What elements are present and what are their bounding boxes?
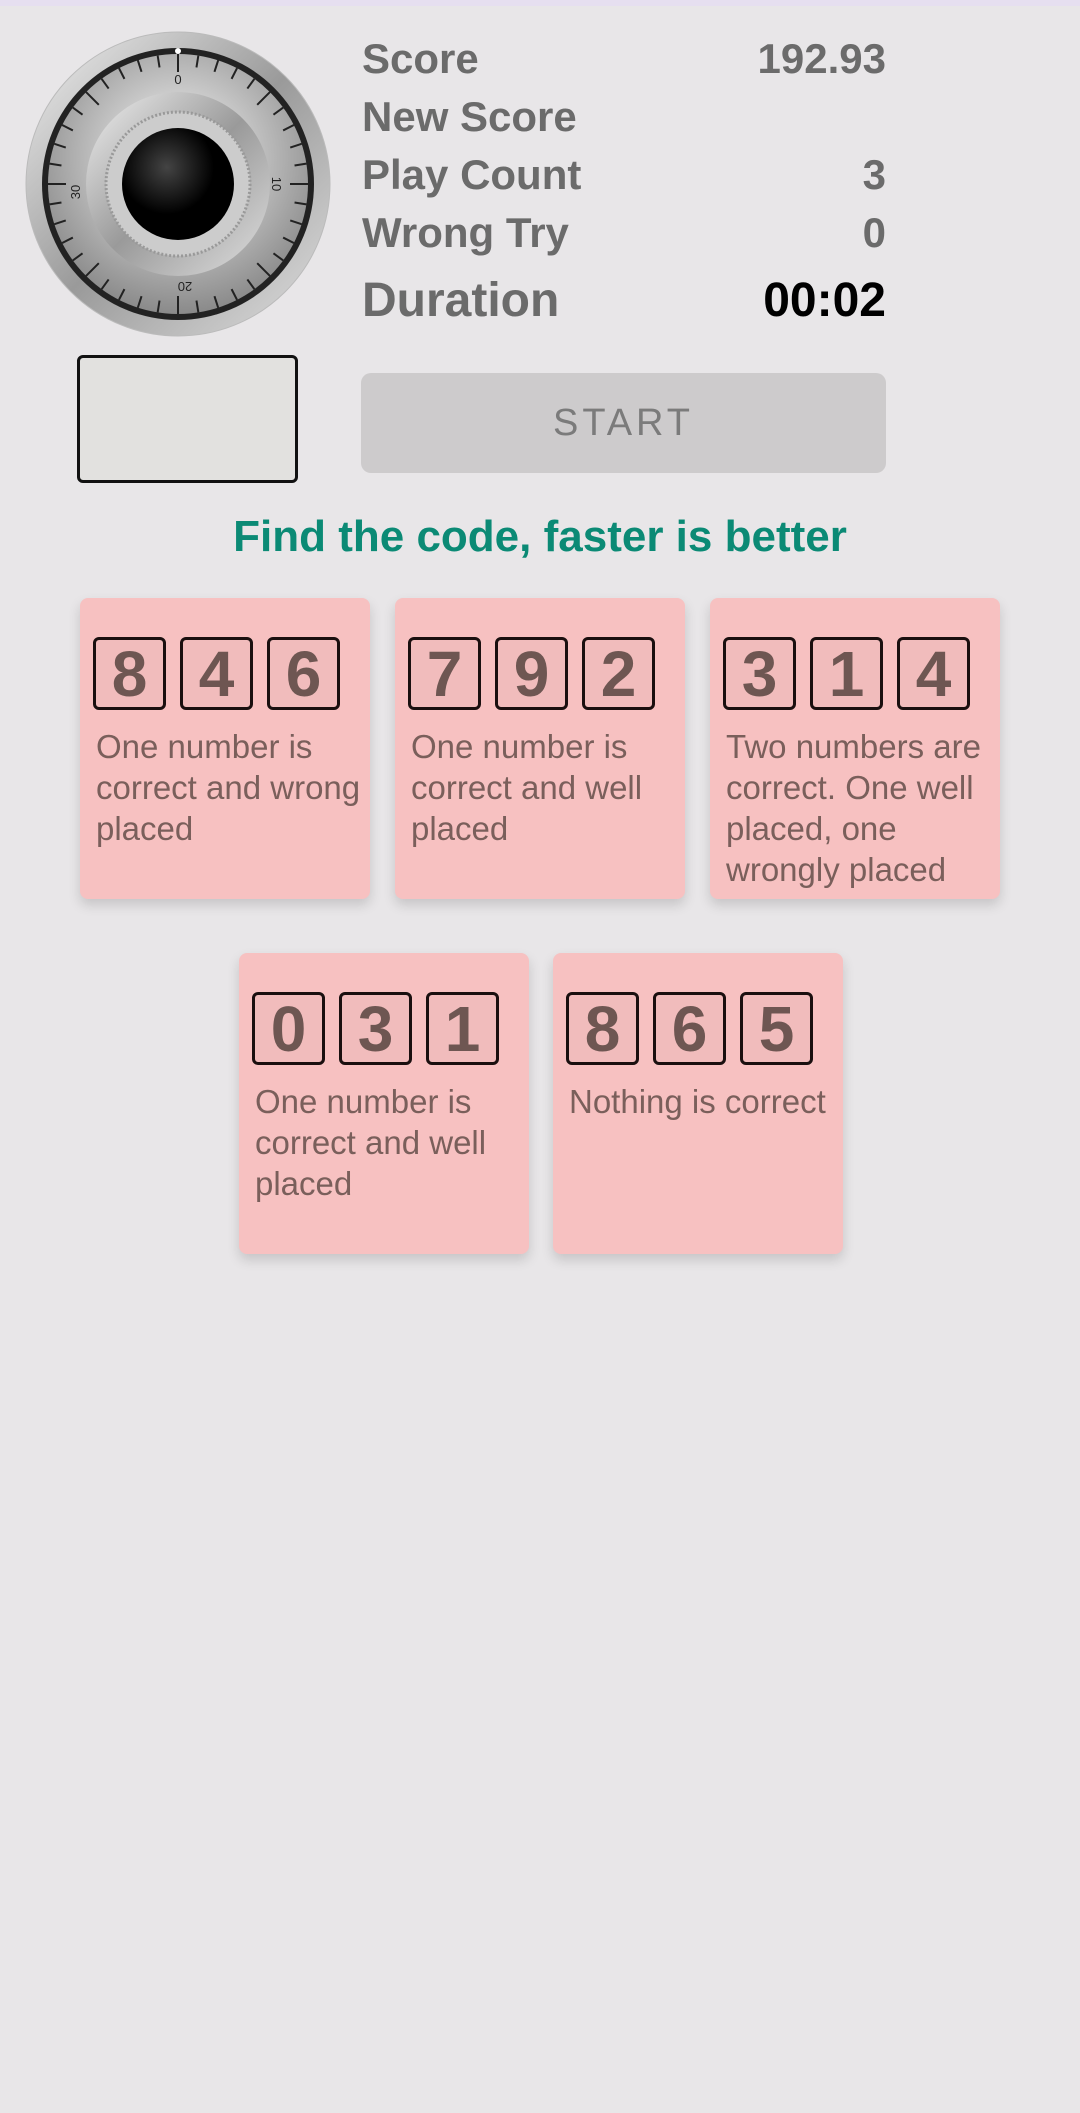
clue-card: 8 4 6 One number is correct and wrong place… [80, 598, 370, 899]
clue-card: 8 6 5 Nothing is correct [553, 953, 843, 1254]
clue-digit: 9 [495, 637, 568, 710]
new-score-label: New Score [362, 93, 577, 140]
clue-hint: One number is correct and well placed [411, 728, 643, 847]
clue-digit: 7 [408, 637, 481, 710]
clue-digit: 3 [339, 992, 412, 1065]
start-button[interactable]: START [361, 373, 886, 473]
clue-digit: 6 [653, 992, 726, 1065]
duration-label: Duration [362, 273, 560, 327]
dial-label-20: 20 [178, 279, 192, 294]
dial-label-10: 10 [269, 177, 284, 191]
clue-digits: 846 [93, 637, 340, 710]
clue-digits: 865 [566, 992, 813, 1065]
clue-digit: 4 [897, 637, 970, 710]
status-bar [0, 0, 1080, 6]
clue-digits: 031 [252, 992, 499, 1065]
wrong-try-value: 0 [862, 209, 886, 256]
clue-digit: 8 [93, 637, 166, 710]
clue-digit: 8 [566, 992, 639, 1065]
code-input-box[interactable] [77, 355, 298, 483]
safe-dial-icon: 0 10 20 30 [25, 31, 331, 337]
score-value: 192.93 [757, 35, 886, 82]
clue-card: 7 9 2 One number is correct and well placed [395, 598, 685, 899]
wrong-try-row: Wrong Try 0 [362, 205, 886, 261]
clue-card: 3 1 4 Two numbers are correct. One well pla… [710, 598, 1000, 899]
play-count-label: Play Count [362, 151, 582, 198]
clue-digits: 314 [723, 637, 970, 710]
clue-hint: Two numbers are correct. One well placed… [726, 728, 981, 888]
clue-digit: 6 [267, 637, 340, 710]
dial-label-0: 0 [174, 72, 181, 87]
clue-digit: 5 [740, 992, 813, 1065]
clue-digit: 0 [252, 992, 325, 1065]
clue-digit: 2 [582, 637, 655, 710]
clue-digit: 1 [426, 992, 499, 1065]
duration-value: 00:02 [763, 273, 886, 327]
clue-digits: 792 [408, 637, 655, 710]
clue-card: 0 3 1 One number is correct and well placed [239, 953, 529, 1254]
score-row: Score 192.93 [362, 31, 886, 87]
dial-label-30: 30 [68, 185, 83, 199]
duration-row: Duration 00:02 [362, 272, 886, 328]
clue-digit: 3 [723, 637, 796, 710]
clue-hint: One number is correct and wrong placed [96, 728, 361, 847]
wrong-try-label: Wrong Try [362, 209, 569, 256]
clue-digit: 1 [810, 637, 883, 710]
score-label: Score [362, 35, 479, 82]
instruction-heading: Find the code, faster is better [233, 512, 847, 561]
clue-hint: One number is correct and well placed [255, 1083, 487, 1202]
new-score-row: New Score [362, 89, 886, 145]
clue-hint: Nothing is correct [569, 1083, 826, 1120]
play-count-row: Play Count 3 [362, 147, 886, 203]
clue-digit: 4 [180, 637, 253, 710]
play-count-value: 3 [862, 151, 886, 198]
